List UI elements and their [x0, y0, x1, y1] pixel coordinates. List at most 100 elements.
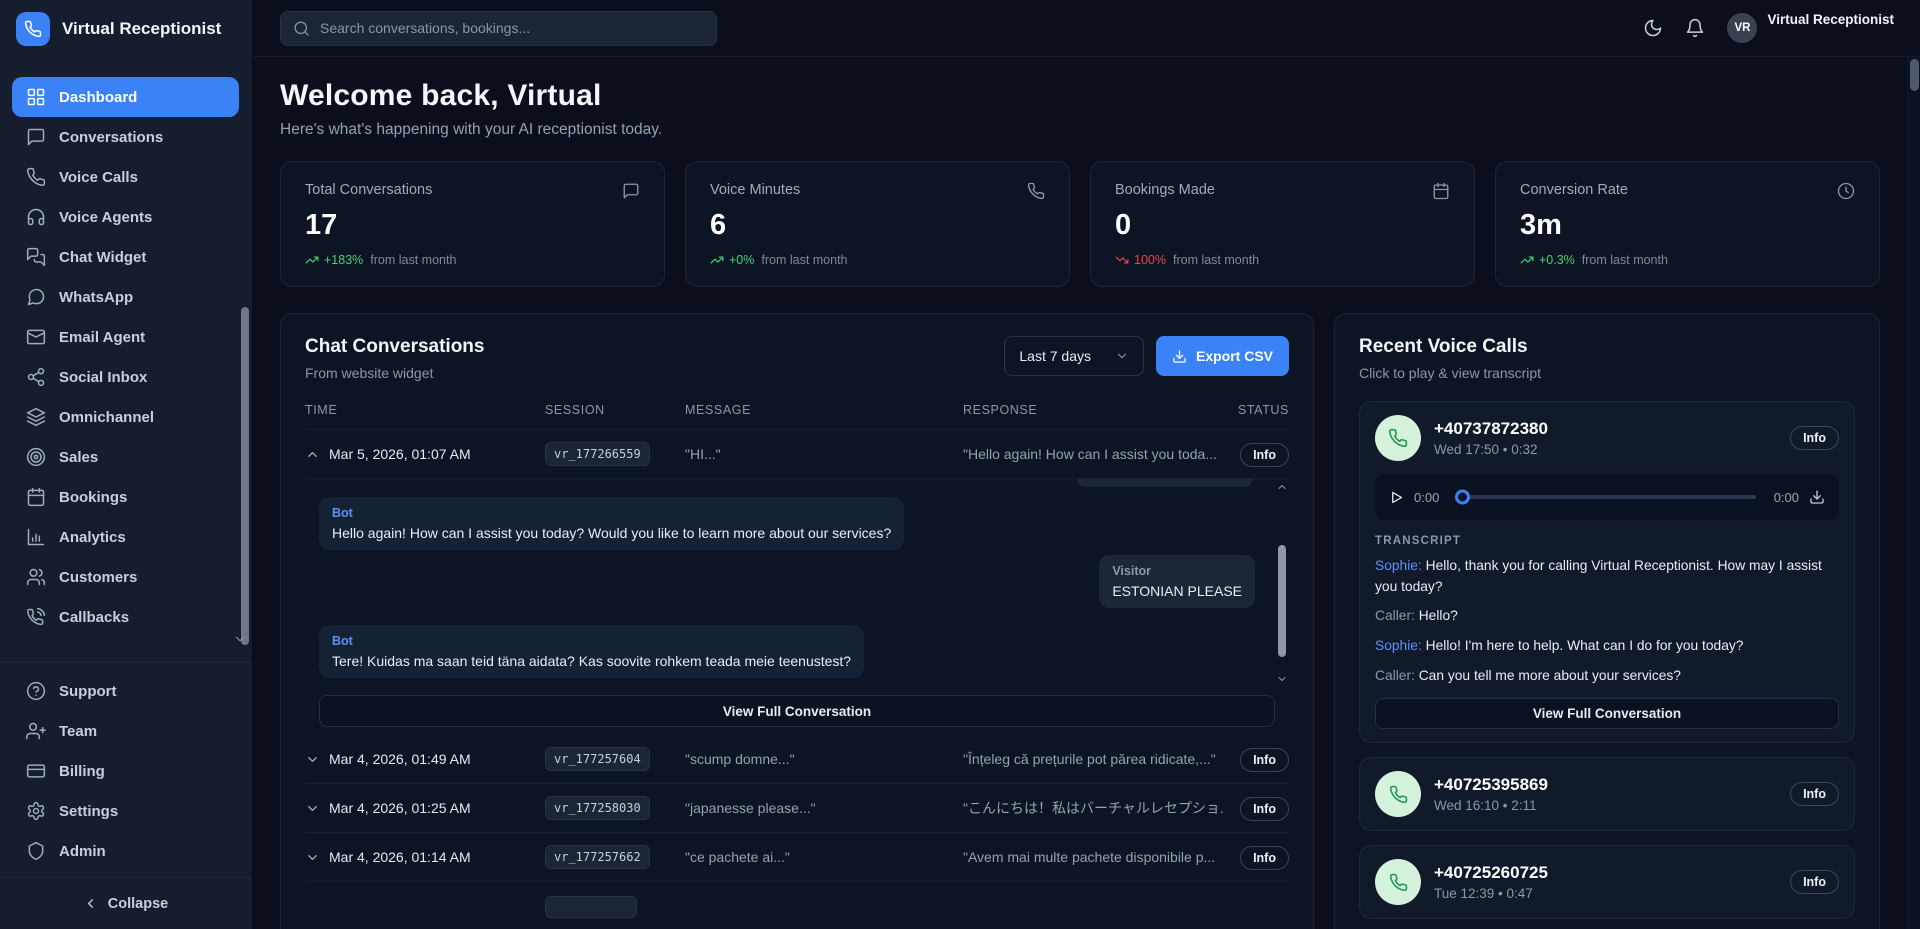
view-full-conversation-button[interactable]: View Full Conversation — [319, 695, 1275, 727]
sidebar-item-dashboard[interactable]: Dashboard — [12, 77, 239, 117]
play-button[interactable] — [1389, 490, 1404, 505]
voice-panel-subtitle: Click to play & view transcript — [1359, 365, 1855, 381]
calendar-icon — [1432, 182, 1450, 200]
sidebar-item-sales[interactable]: Sales — [12, 437, 239, 477]
table-row[interactable]: Mar 4, 2026, 01:49 AM vr_177257604 "scum… — [305, 735, 1289, 784]
voice-call-card[interactable]: +40725260725 Tue 12:39 • 0:47 Info — [1359, 845, 1855, 919]
chat-icon — [622, 182, 640, 200]
recent-voice-calls-panel: Recent Voice Calls Click to play & view … — [1334, 313, 1880, 929]
transcript-text: Hello? — [1419, 608, 1458, 623]
stat-label: Conversion Rate — [1520, 182, 1628, 198]
stat-value: 3m — [1520, 209, 1855, 242]
info-badge[interactable]: Info — [1790, 426, 1839, 450]
sidebar-item-customers[interactable]: Customers — [12, 557, 239, 597]
sidebar-item-social-inbox[interactable]: Social Inbox — [12, 357, 239, 397]
stat-card: Voice Minutes 6 +0% from last month — [685, 161, 1070, 287]
page-scrollbar[interactable] — [1907, 57, 1920, 929]
divider — [0, 662, 251, 663]
phone-call-icon — [26, 607, 46, 627]
notifications-button[interactable] — [1685, 18, 1705, 38]
export-csv-label: Export CSV — [1196, 348, 1273, 364]
table-row[interactable]: Mar 4, 2026, 01:14 AM vr_177257662 "ce p… — [305, 833, 1289, 882]
sidebar-item-callbacks[interactable]: Callbacks — [12, 597, 239, 637]
stats-row: Total Conversations 17 +183% from last m… — [280, 161, 1880, 287]
sidebar-item-label: Callbacks — [59, 609, 129, 626]
scrollbar-thumb[interactable] — [1278, 545, 1286, 657]
info-badge[interactable]: Info — [1240, 846, 1289, 870]
sidebar-item-label: WhatsApp — [59, 289, 133, 306]
seek-slider-knob[interactable] — [1455, 490, 1470, 505]
call-meta: Wed 16:10 • 2:11 — [1434, 798, 1777, 813]
table-row[interactable]: Mar 4, 2026, 01:25 AM vr_177258030 "japa… — [305, 784, 1289, 833]
table-row[interactable]: Mar 5, 2026, 01:07 AM vr_177266559 "HI..… — [305, 430, 1289, 479]
stat-card: Bookings Made 0 100% from last month — [1090, 161, 1475, 287]
search-input[interactable] — [320, 20, 704, 36]
info-badge[interactable]: Info — [1790, 782, 1839, 806]
info-badge[interactable]: Info — [1240, 797, 1289, 821]
session-badge: vr_177258030 — [545, 796, 650, 820]
users-icon — [26, 567, 46, 587]
stat-delta: 100% — [1134, 253, 1166, 267]
view-full-conversation-button[interactable]: View Full Conversation — [1375, 698, 1839, 729]
sidebar-item-billing[interactable]: Billing — [12, 751, 239, 791]
collapse-sidebar-button[interactable]: Collapse — [0, 877, 251, 929]
phone-icon — [1388, 428, 1408, 448]
info-badge[interactable]: Info — [1240, 443, 1289, 467]
sidebar-item-bookings[interactable]: Bookings — [12, 477, 239, 517]
sidebar-scrollbar-thumb[interactable] — [241, 307, 249, 645]
conversation-scrollbar[interactable] — [1275, 479, 1289, 685]
theme-toggle-button[interactable] — [1643, 18, 1663, 38]
sidebar-item-voice-agents[interactable]: Voice Agents — [12, 197, 239, 237]
chevron-down-icon — [1115, 349, 1129, 363]
chevron-up-icon[interactable] — [1276, 481, 1288, 493]
sidebar-item-settings[interactable]: Settings — [12, 791, 239, 831]
chevron-down-icon[interactable] — [1276, 673, 1288, 685]
seek-slider[interactable] — [1457, 495, 1755, 499]
info-badge[interactable]: Info — [1240, 748, 1289, 772]
voice-call-card[interactable]: +40725395869 Wed 16:10 • 2:11 Info — [1359, 757, 1855, 831]
info-badge[interactable]: Info — [1790, 870, 1839, 894]
sidebar-item-team[interactable]: Team — [12, 711, 239, 751]
row-time: Mar 5, 2026, 01:07 AM — [329, 446, 471, 462]
column-status: STATUS — [1225, 403, 1289, 417]
sidebar-item-omnichannel[interactable]: Omnichannel — [12, 397, 239, 437]
call-meta: Tue 12:39 • 0:47 — [1434, 886, 1777, 901]
row-message: "ce pachete ai..." — [685, 849, 963, 865]
export-csv-button[interactable]: Export CSV — [1156, 336, 1289, 376]
chat-panel-subtitle: From website widget — [305, 365, 484, 381]
date-range-select[interactable]: Last 7 days — [1004, 336, 1144, 376]
sidebar-item-whatsapp[interactable]: WhatsApp — [12, 277, 239, 317]
page-scrollbar-thumb[interactable] — [1910, 59, 1919, 91]
stat-value: 17 — [305, 209, 640, 242]
user-menu[interactable]: VR Virtual Receptionist — [1727, 13, 1894, 43]
sidebar-item-admin[interactable]: Admin — [12, 831, 239, 871]
sidebar-item-analytics[interactable]: Analytics — [12, 517, 239, 557]
chevron-up-icon[interactable] — [305, 447, 320, 462]
chevron-down-icon[interactable] — [305, 801, 320, 816]
table-row-partial[interactable] — [305, 882, 1289, 929]
sidebar-item-label: Sales — [59, 449, 98, 466]
phone-avatar — [1375, 771, 1421, 817]
sidebar-item-label: Settings — [59, 803, 118, 820]
phone-icon — [1027, 182, 1045, 200]
message-text: Tere! Kuidas ma saan teid täna aidata? K… — [332, 653, 851, 669]
sidebar-item-support[interactable]: Support — [12, 671, 239, 711]
sidebar-item-chat-widget[interactable]: Chat Widget — [12, 237, 239, 277]
chevron-down-icon[interactable] — [305, 752, 320, 767]
sidebar-item-label: Dashboard — [59, 89, 137, 106]
stat-value: 6 — [710, 209, 1045, 242]
main-content: Welcome back, Virtual Here's what's happ… — [252, 57, 1920, 929]
expanded-conversation: Bot Hello again! How can I assist you to… — [305, 479, 1289, 685]
download-recording-button[interactable] — [1809, 489, 1825, 505]
search-box[interactable] — [280, 11, 717, 46]
session-badge: vr_177257604 — [545, 747, 650, 771]
sidebar-item-voice-calls[interactable]: Voice Calls — [12, 157, 239, 197]
stat-value: 0 — [1115, 209, 1450, 242]
sidebar-item-email-agent[interactable]: Email Agent — [12, 317, 239, 357]
sidebar-item-conversations[interactable]: Conversations — [12, 117, 239, 157]
voice-panel-title: Recent Voice Calls — [1359, 336, 1855, 358]
voice-call-card[interactable]: +40737872380 Wed 17:50 • 0:32 Info 0:00 — [1359, 401, 1855, 743]
target-icon — [26, 447, 46, 467]
sidebar-item-label: Team — [59, 723, 97, 740]
chevron-down-icon[interactable] — [305, 850, 320, 865]
